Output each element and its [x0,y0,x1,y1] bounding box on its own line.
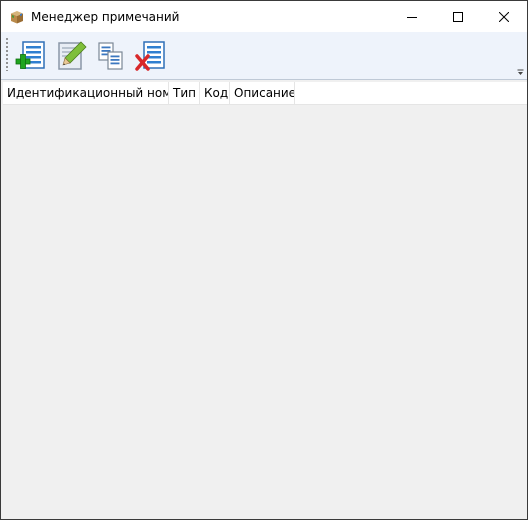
delete-note-button[interactable] [133,38,169,74]
title-bar[interactable]: Менеджер примечаний [1,1,527,32]
package-box-icon [11,10,23,23]
notes-manager-window: Менеджер примечаний Идентификационный но… [0,0,528,520]
copy-note-button[interactable] [94,38,130,74]
column-header-type[interactable]: Тип [169,82,200,104]
close-icon [499,11,509,22]
copy-documents-icon [98,42,123,70]
grid-header: Идентификационный номер Тип Код Описание [3,82,527,105]
add-note-button[interactable] [13,38,49,74]
toolbar-overflow-button[interactable] [516,68,525,77]
document-list-plus-icon [15,41,45,69]
document-delete-x-icon [135,41,165,71]
minimize-icon [407,16,417,18]
maximize-icon [453,11,463,22]
column-header-id[interactable]: Идентификационный номер [3,82,169,104]
column-header-filler [295,82,527,104]
maximize-button[interactable] [435,1,481,32]
toolbar-grip[interactable] [6,37,8,71]
chevron-down-icon [517,69,524,75]
window-title: Менеджер примечаний [31,9,180,24]
close-button[interactable] [481,1,527,32]
edit-note-button[interactable] [53,38,89,74]
window-controls [389,1,527,32]
pencil-edit-icon [58,41,87,70]
notes-grid[interactable]: Идентификационный номер Тип Код Описание [3,82,527,519]
toolbar [1,32,527,80]
column-header-code[interactable]: Код [200,82,230,104]
column-header-description[interactable]: Описание [230,82,295,104]
minimize-button[interactable] [389,1,435,32]
